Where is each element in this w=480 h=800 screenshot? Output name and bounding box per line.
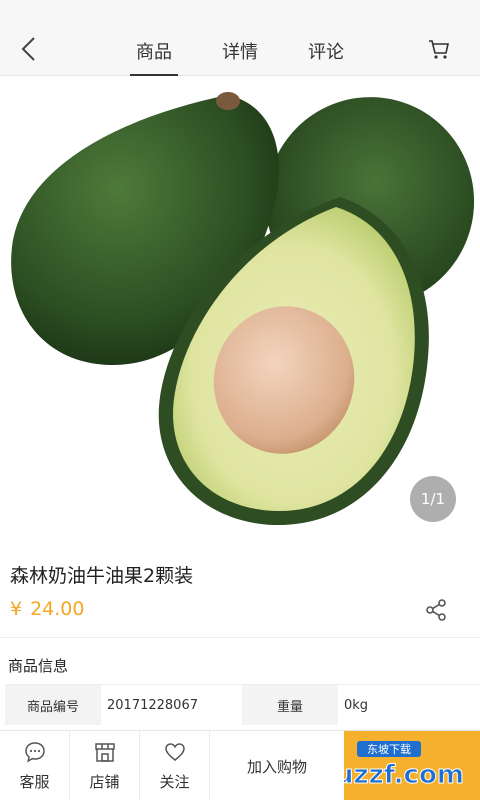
spec-label-weight: 重量 — [242, 685, 338, 725]
cart-icon[interactable] — [428, 38, 450, 60]
spec-table: 商品编号 20171228067 重量 0kg — [5, 684, 480, 726]
customer-service-button[interactable]: 客服 — [0, 731, 70, 800]
tab-product[interactable]: 商品 — [130, 30, 178, 76]
tab-bar: 商品 详情 评论 — [130, 30, 350, 76]
spec-value-sku: 20171228067 — [107, 697, 198, 713]
product-image[interactable] — [0, 77, 480, 545]
back-arrow-icon[interactable] — [14, 34, 44, 64]
follow-button[interactable]: 关注 — [140, 731, 210, 800]
heart-icon — [164, 742, 185, 761]
product-info-heading: 商品信息 — [8, 657, 69, 675]
store-label: 店铺 — [89, 772, 120, 791]
add-to-cart-button[interactable]: 加入购物 — [210, 731, 344, 800]
store-button[interactable]: 店铺 — [70, 731, 140, 800]
follow-label: 关注 — [159, 772, 190, 791]
watermark-logo: 东坡下载 uzzf.com — [344, 741, 464, 791]
chat-icon — [24, 741, 45, 762]
svg-text:uzzf.com: uzzf.com — [344, 760, 464, 790]
customer-service-label: 客服 — [19, 772, 50, 791]
product-title: 森林奶油牛油果2颗装 — [10, 565, 194, 587]
product-price: ¥24.00 — [10, 598, 85, 620]
tab-reviews[interactable]: 评论 — [302, 30, 350, 76]
buy-now-button[interactable]: 东坡下载 uzzf.com — [344, 731, 480, 800]
share-icon[interactable] — [424, 598, 448, 622]
store-icon — [94, 742, 115, 762]
tab-details[interactable]: 详情 — [216, 30, 264, 76]
price-value: 24.00 — [30, 598, 85, 620]
currency-symbol: ¥ — [10, 598, 23, 620]
top-navigation-bar: 商品 详情 评论 — [0, 0, 480, 76]
spec-label-sku: 商品编号 — [5, 685, 101, 725]
bottom-action-bar: 客服 店铺 关注 加入购物 东坡下载 uzzf.com — [0, 730, 480, 800]
image-counter-badge: 1/1 — [410, 476, 456, 522]
spec-value-weight: 0kg — [344, 697, 369, 713]
section-divider — [0, 637, 480, 638]
svg-text:东坡下载: 东坡下载 — [367, 743, 411, 756]
